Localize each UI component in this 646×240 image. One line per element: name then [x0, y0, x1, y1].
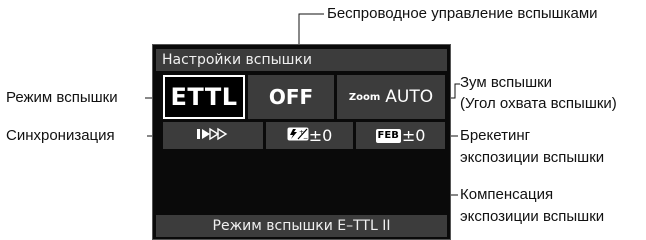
callout-comp-line2: экспозиции вспышки [460, 208, 605, 225]
wireless-setting[interactable]: OFF [248, 75, 334, 119]
flash-comp-value: ±0 [308, 126, 333, 145]
sync-setting[interactable] [163, 122, 263, 149]
callout-flash-mode: Режим вспышки [6, 89, 118, 106]
callout-sync: Синхронизация [6, 127, 115, 144]
svg-text:−: − [303, 135, 308, 141]
feb-setting[interactable]: FEB ±0 [356, 122, 445, 149]
callout-feb-line2: экспозиции вспышки [460, 149, 605, 166]
callout-comp-line1: Компенсация [460, 186, 554, 203]
callout-wireless: Беспроводное управление вспышками [327, 5, 598, 22]
status-bar: Режим вспышки E–TTL II [156, 215, 447, 237]
screen-title: Настройки вспышки [156, 49, 447, 71]
zoom-value: AUTO [385, 87, 434, 107]
flash-exposure-comp-icon: + − [287, 126, 309, 145]
callout-zoom-line2: (Угол охвата вспышки) [460, 95, 617, 112]
callout-zoom-line1: Зум вспышки [460, 74, 553, 91]
callout-feb-line1: Брекетинг [460, 127, 531, 144]
zoom-label: Zoom [348, 91, 381, 103]
high-speed-sync-icon [196, 126, 230, 145]
camera-screen: Настройки вспышки ETTL OFF Zoom AUTO + −… [152, 44, 451, 240]
wireless-value: OFF [268, 85, 314, 109]
feb-value: ±0 [401, 126, 426, 145]
feb-badge: FEB [375, 128, 401, 143]
flash-comp-setting[interactable]: + − ±0 [266, 122, 353, 149]
flash-mode-setting[interactable]: ETTL [163, 75, 245, 119]
flash-mode-value: ETTL [170, 83, 238, 111]
zoom-setting[interactable]: Zoom AUTO [337, 75, 445, 119]
